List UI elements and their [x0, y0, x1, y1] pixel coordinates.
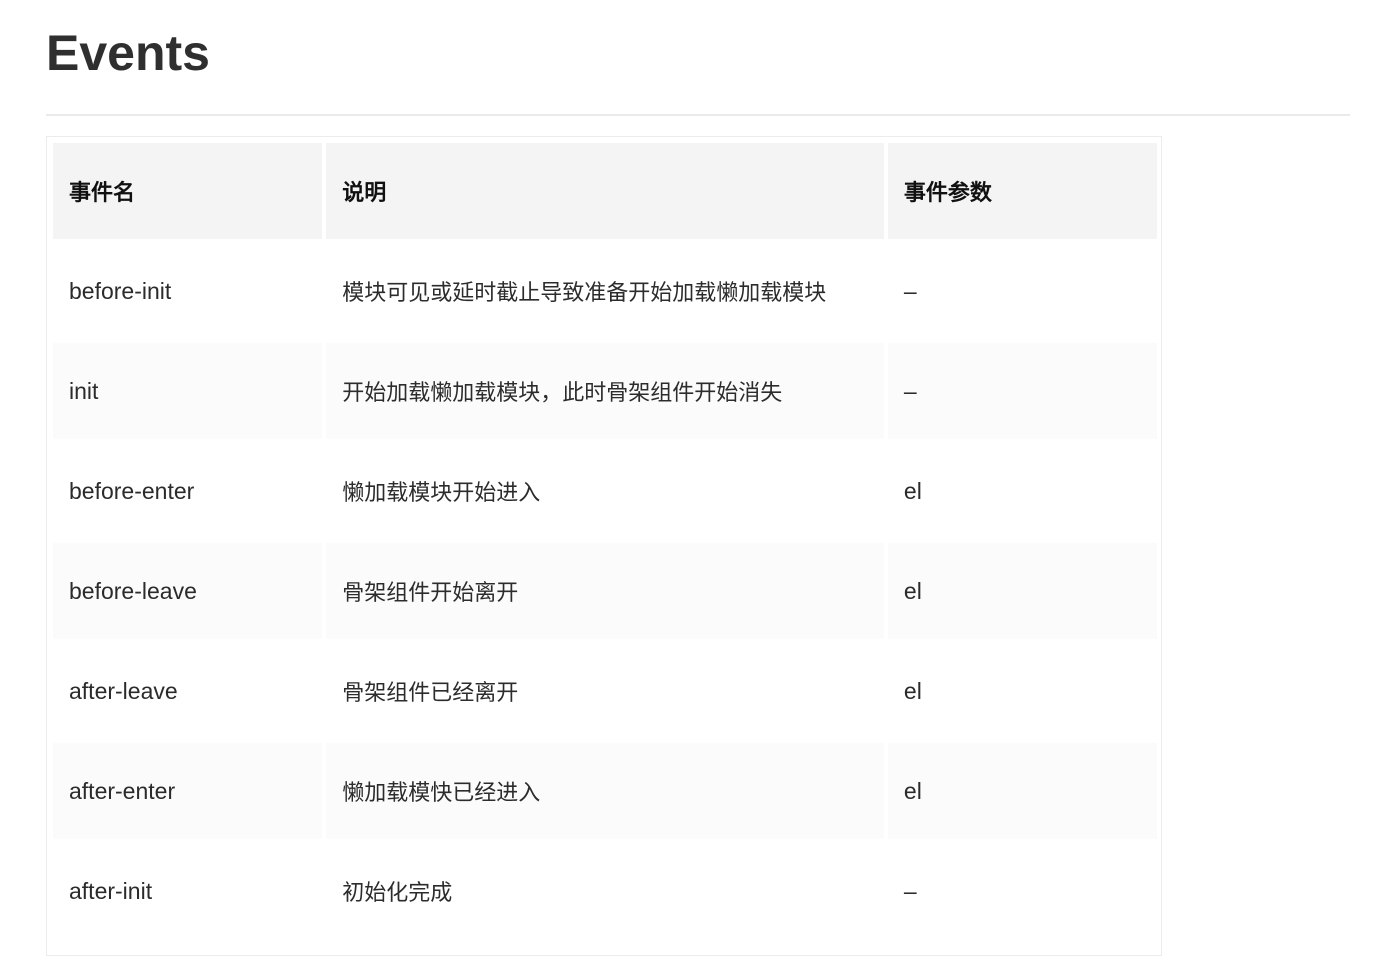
table-row: after-enter 懒加载模快已经进入 el: [53, 743, 1157, 839]
table-row: before-enter 懒加载模块开始进入 el: [53, 443, 1157, 539]
event-params-cell: el: [887, 643, 1157, 739]
event-description-cell: 骨架组件已经离开: [326, 643, 884, 739]
event-name-cell: after-leave: [53, 643, 323, 739]
column-header-description: 说明: [326, 143, 884, 239]
event-name-cell: init: [53, 343, 323, 439]
page-title: Events: [46, 25, 210, 81]
event-description-cell: 初始化完成: [326, 843, 884, 939]
event-name-cell: before-enter: [53, 443, 323, 539]
events-table: 事件名 说明 事件参数 before-init 模块可见或延时截止导致准备开始加…: [49, 139, 1161, 943]
column-header-event-params: 事件参数: [887, 143, 1157, 239]
event-description-cell: 骨架组件开始离开: [326, 543, 884, 639]
event-params-cell: el: [887, 543, 1157, 639]
event-name-cell: after-enter: [53, 743, 323, 839]
table-row: after-init 初始化完成 –: [53, 843, 1157, 939]
event-params-cell: el: [887, 743, 1157, 839]
table-row: before-init 模块可见或延时截止导致准备开始加载懒加载模块 –: [53, 243, 1157, 339]
event-name-cell: before-init: [53, 243, 323, 339]
title-divider: [46, 114, 1350, 116]
event-params-cell: el: [887, 443, 1157, 539]
table-row: after-leave 骨架组件已经离开 el: [53, 643, 1157, 739]
event-params-cell: –: [887, 343, 1157, 439]
table-row: before-leave 骨架组件开始离开 el: [53, 543, 1157, 639]
event-description-cell: 开始加载懒加载模块，此时骨架组件开始消失: [326, 343, 884, 439]
event-description-cell: 懒加载模快已经进入: [326, 743, 884, 839]
events-table-container: 事件名 说明 事件参数 before-init 模块可见或延时截止导致准备开始加…: [46, 136, 1162, 956]
event-params-cell: –: [887, 843, 1157, 939]
column-header-event-name: 事件名: [53, 143, 323, 239]
table-row: init 开始加载懒加载模块，此时骨架组件开始消失 –: [53, 343, 1157, 439]
event-description-cell: 模块可见或延时截止导致准备开始加载懒加载模块: [326, 243, 884, 339]
event-name-cell: after-init: [53, 843, 323, 939]
event-description-cell: 懒加载模块开始进入: [326, 443, 884, 539]
event-params-cell: –: [887, 243, 1157, 339]
table-header-row: 事件名 说明 事件参数: [53, 143, 1157, 239]
event-name-cell: before-leave: [53, 543, 323, 639]
